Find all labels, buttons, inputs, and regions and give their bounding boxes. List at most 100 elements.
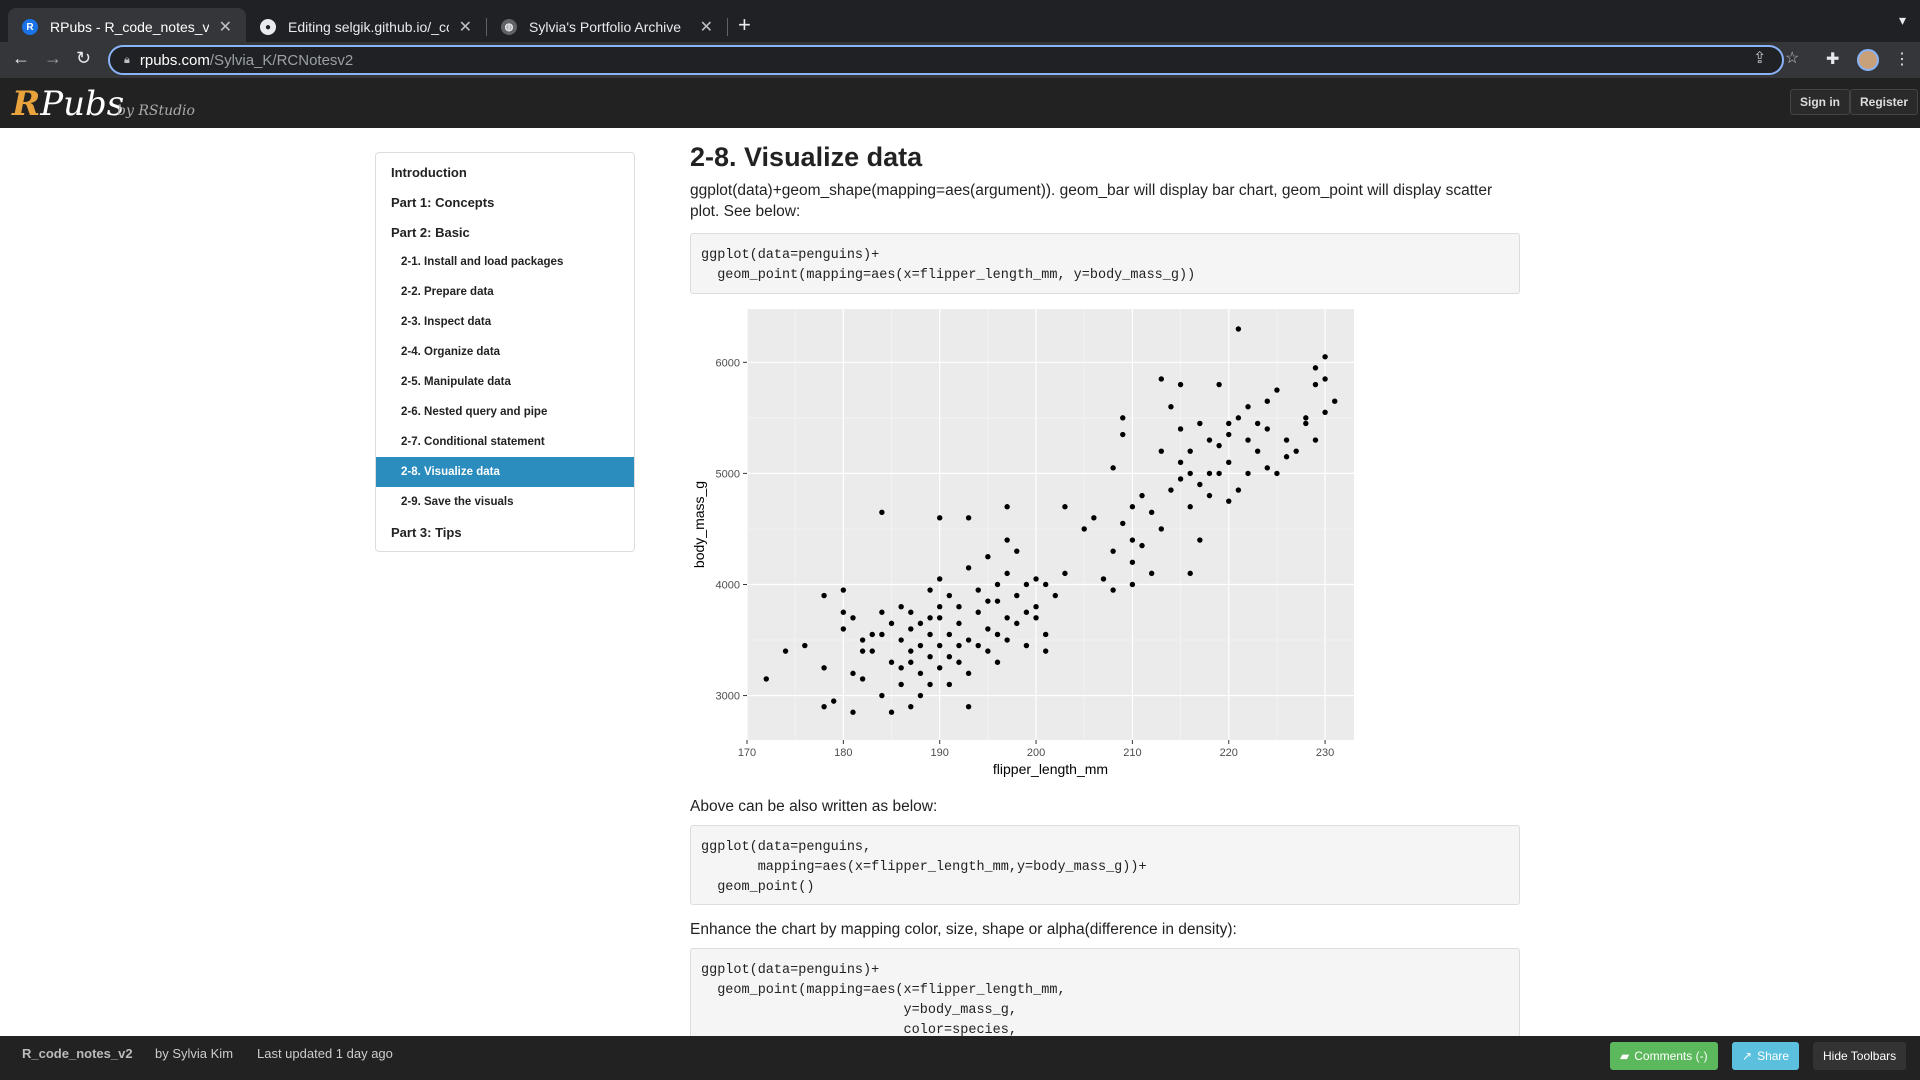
share-icon[interactable]: ⇪ [1753, 48, 1766, 68]
data-point [917, 692, 924, 699]
profile-avatar[interactable] [1857, 49, 1879, 71]
data-point [1110, 548, 1116, 554]
browser-tab-strip: R RPubs - R_code_notes_v2 ✕ ● Editing se… [0, 0, 1920, 46]
toc-item[interactable]: Introduction [376, 157, 634, 187]
toc-item[interactable]: 2-1. Install and load packages [376, 247, 634, 277]
data-point [1158, 526, 1165, 532]
data-point [1177, 426, 1184, 432]
data-point [888, 659, 895, 665]
forward-arrow-icon[interactable]: → [44, 48, 62, 69]
toc-item[interactable]: 2-4. Organize data [376, 337, 634, 367]
address-bar[interactable]: 🔒︎ rpubs.com/Sylvia_K/RCNotesv2 [108, 45, 1784, 75]
toc-item[interactable]: 2-7. Conditional statement [376, 427, 634, 457]
data-point [1129, 581, 1136, 588]
tab-title: RPubs - R_code_notes_v2 [50, 19, 209, 35]
data-point [1120, 415, 1126, 421]
rpubs-logo[interactable]: RPubs [12, 84, 124, 124]
data-point [1110, 465, 1116, 471]
data-point [1226, 431, 1232, 438]
tab-rpubs[interactable]: R RPubs - R_code_notes_v2 ✕ [8, 8, 246, 46]
data-point [1168, 404, 1174, 410]
data-point [850, 709, 856, 715]
data-point [1197, 420, 1203, 427]
table-of-contents: Introduction Part 1: Concepts Part 2: Basi… [375, 152, 635, 552]
data-point [1062, 570, 1068, 577]
y-axis-label: body_mass_g [691, 481, 707, 568]
tab-portfolio[interactable]: ◍ Sylvia's Portfolio Archive ✕ [487, 8, 727, 46]
data-point [802, 642, 808, 649]
data-point [1235, 326, 1242, 332]
more-menu-icon[interactable]: ⋮ [1894, 49, 1910, 69]
data-point [1206, 492, 1213, 499]
data-point [1004, 637, 1010, 643]
byline: by RStudio [117, 103, 195, 119]
data-point [821, 665, 827, 671]
share-button[interactable]: ↗ Share [1732, 1042, 1800, 1070]
tab-github[interactable]: ● Editing selgik.github.io/_config ✕ [246, 8, 486, 46]
paragraph-3: Enhance the chart by mapping color, size… [690, 921, 1237, 938]
toc-item[interactable]: Part 3: Tips [376, 517, 634, 547]
plot-panel [747, 309, 1354, 740]
data-point [985, 598, 991, 604]
scatter-chart: 170 180 190 200 210 220 230 3000 4000 5000 6000 fli… [691, 309, 1354, 777]
toc-item[interactable]: Part 1: Concepts [376, 187, 634, 217]
data-point [1014, 620, 1020, 627]
close-icon[interactable]: ✕ [459, 17, 472, 37]
data-point [1148, 570, 1155, 577]
data-point [1129, 537, 1136, 543]
data-point [1312, 437, 1319, 443]
last-updated: Last updated 1 day ago [257, 1046, 393, 1061]
new-tab-icon[interactable]: + [738, 12, 751, 38]
x-tick-label: 180 [834, 747, 852, 759]
data-point [1254, 420, 1261, 427]
data-point [869, 631, 875, 638]
data-point [898, 604, 904, 610]
x-tick-label: 210 [1123, 747, 1141, 759]
data-point [908, 659, 914, 665]
data-point [1139, 542, 1145, 549]
toc-item[interactable]: 2-3. Inspect data [376, 307, 634, 337]
y-tick-label: 3000 [716, 691, 740, 703]
extensions-icon[interactable]: ✚ [1826, 49, 1839, 69]
tab-title: Editing selgik.github.io/_config [288, 19, 449, 35]
data-point [1216, 381, 1222, 388]
chevron-down-icon[interactable]: ▾ [1899, 12, 1906, 29]
toc-item[interactable]: 2-6. Nested query and pipe [376, 397, 634, 427]
data-point [946, 681, 953, 688]
data-point [1274, 387, 1280, 393]
toc-item[interactable]: 2-5. Manipulate data [376, 367, 634, 397]
toc-item[interactable]: 2-9. Save the visuals [376, 487, 634, 517]
data-point [1023, 642, 1030, 649]
close-icon[interactable]: ✕ [700, 17, 713, 37]
register-button[interactable]: Register [1850, 89, 1919, 115]
hide-toolbars-button[interactable]: Hide Toolbars [1813, 1042, 1907, 1070]
data-point [888, 709, 895, 715]
close-icon[interactable]: ✕ [219, 17, 232, 37]
data-point [1158, 376, 1165, 382]
data-point [1004, 570, 1010, 577]
toc-item[interactable]: 2-2. Prepare data [376, 277, 634, 307]
x-tick-label: 190 [931, 747, 949, 759]
data-point [859, 648, 866, 654]
data-point [1254, 448, 1261, 454]
data-point [1206, 437, 1213, 443]
toc-item[interactable]: Part 2: Basic [376, 217, 634, 247]
x-tick-label: 170 [738, 747, 756, 759]
data-point [927, 587, 933, 593]
data-point [908, 626, 914, 632]
data-point [985, 626, 991, 632]
data-point [1312, 365, 1319, 371]
data-point [936, 604, 943, 610]
data-point [840, 609, 847, 615]
data-point [869, 648, 875, 654]
data-point [1004, 537, 1010, 543]
y-tick-label: 4000 [716, 579, 740, 591]
toc-item[interactable]: 2-8. Visualize data [376, 457, 634, 487]
star-icon[interactable]: ☆ [1785, 48, 1799, 68]
reload-icon[interactable]: ↻ [76, 48, 91, 69]
data-point [1264, 465, 1270, 471]
back-arrow-icon[interactable]: ← [12, 48, 30, 69]
data-point [1100, 576, 1107, 582]
sign-in-button[interactable]: Sign in [1790, 89, 1850, 115]
comments-button[interactable]: ▰ Comments (-) [1610, 1042, 1718, 1070]
